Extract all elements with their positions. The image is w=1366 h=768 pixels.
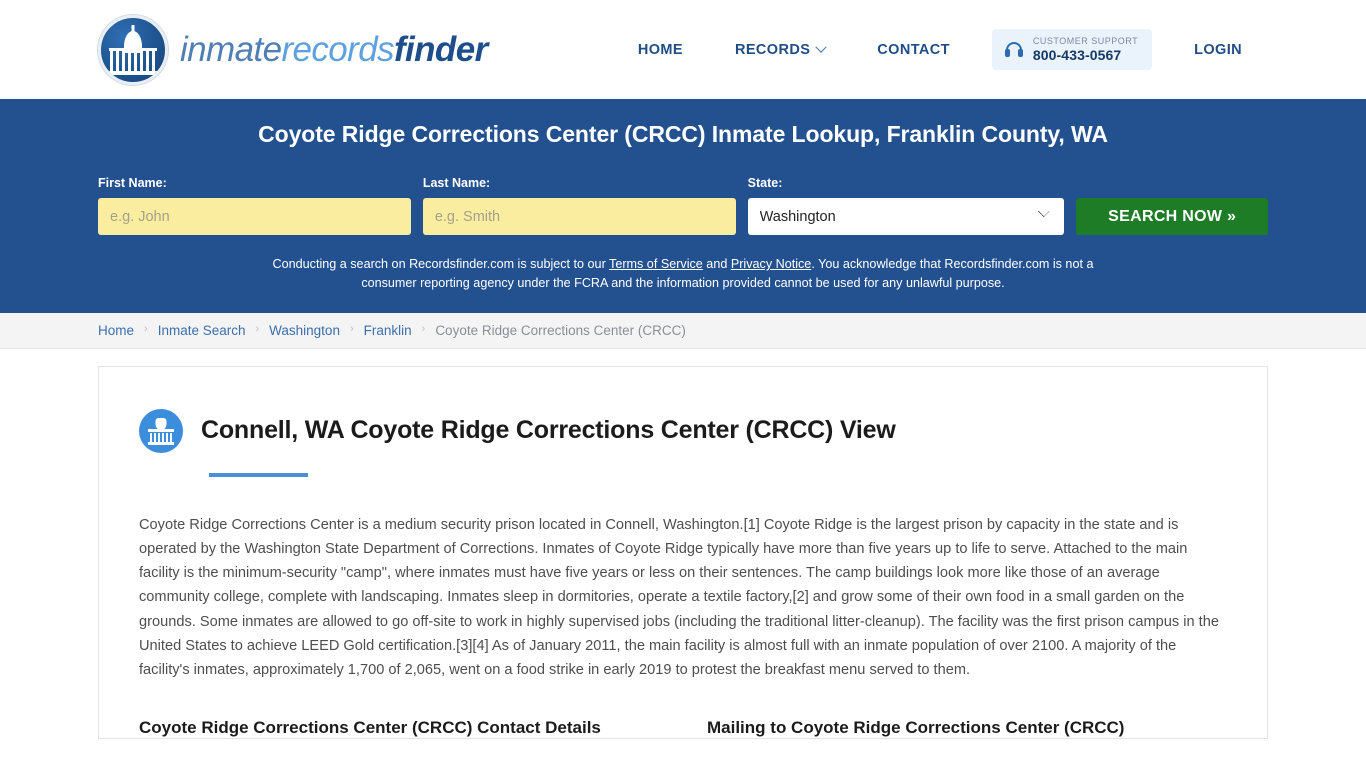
disclaimer-part1: Conducting a search on Recordsfinder.com… bbox=[272, 257, 610, 271]
title-underline bbox=[209, 472, 308, 477]
breadcrumb-item-inmate-search[interactable]: Inmate Search bbox=[158, 323, 246, 338]
nav-item-contact-label: CONTACT bbox=[877, 41, 950, 58]
first-name-input[interactable] bbox=[98, 198, 411, 235]
first-name-field-group: First Name: bbox=[98, 176, 411, 235]
page-title-row: Connell, WA Coyote Ridge Corrections Cen… bbox=[139, 408, 1227, 453]
site-logo[interactable]: inmaterecordsfinder bbox=[98, 14, 488, 85]
page-title: Connell, WA Coyote Ridge Corrections Cen… bbox=[201, 416, 896, 445]
nav-item-contact[interactable]: CONTACT bbox=[851, 42, 976, 58]
terms-of-service-link[interactable]: Terms of Service bbox=[609, 257, 703, 271]
last-name-field-group: Last Name: bbox=[422, 176, 736, 235]
nav-item-login[interactable]: LOGIN bbox=[1168, 42, 1268, 58]
breadcrumb-item-franklin[interactable]: Franklin bbox=[364, 323, 412, 338]
mailing-heading: Mailing to Coyote Ridge Corrections Cent… bbox=[707, 718, 1125, 738]
breadcrumb-item-home[interactable]: Home bbox=[98, 323, 134, 338]
headset-icon bbox=[1004, 40, 1024, 60]
search-now-button[interactable]: SEARCH NOW » bbox=[1076, 198, 1268, 235]
state-field-group: State: Washington bbox=[747, 176, 1065, 235]
main-navigation: HOME RECORDS CONTACT CUSTOMER SUPPORT 80… bbox=[612, 29, 1268, 70]
last-name-input[interactable] bbox=[422, 198, 736, 235]
nav-item-home[interactable]: HOME bbox=[612, 42, 709, 58]
nav-item-records-label: RECORDS bbox=[734, 41, 811, 58]
contact-details-section: Coyote Ridge Corrections Center (CRCC) C… bbox=[139, 718, 683, 738]
chevron-down-icon bbox=[815, 41, 827, 53]
logo-wordmark: inmaterecordsfinder bbox=[180, 32, 488, 67]
nav-item-home-label: HOME bbox=[637, 41, 683, 58]
logo-text-records: records bbox=[281, 30, 394, 69]
last-name-label: Last Name: bbox=[422, 176, 491, 190]
breadcrumb-separator-icon: › bbox=[421, 323, 426, 336]
hero-search-banner: Coyote Ridge Corrections Center (CRCC) I… bbox=[0, 99, 1366, 313]
breadcrumb-separator-icon: › bbox=[144, 323, 148, 336]
site-header: inmaterecordsfinder HOME RECORDS CONTACT… bbox=[0, 0, 1366, 99]
first-name-label: First Name: bbox=[98, 176, 167, 190]
page-content-wrapper: Connell, WA Coyote Ridge Corrections Cen… bbox=[0, 348, 1366, 740]
breadcrumb: Home › Inmate Search › Washington › Fran… bbox=[0, 312, 1366, 349]
facility-description: Coyote Ridge Corrections Center is a med… bbox=[139, 516, 1219, 679]
search-disclaimer: Conducting a search on Recordsfinder.com… bbox=[256, 255, 1111, 293]
courthouse-icon bbox=[139, 408, 183, 453]
nav-item-records[interactable]: RECORDS bbox=[709, 41, 851, 58]
detail-sections: Coyote Ridge Corrections Center (CRCC) C… bbox=[139, 718, 1227, 738]
customer-support-label: CUSTOMER SUPPORT bbox=[1032, 36, 1139, 47]
state-select[interactable]: Washington bbox=[747, 198, 1065, 235]
inmate-search-form: First Name: Last Name: State: Washington… bbox=[98, 176, 1268, 235]
contact-details-heading: Coyote Ridge Corrections Center (CRCC) C… bbox=[139, 718, 601, 738]
breadcrumb-item-current: Coyote Ridge Corrections Center (CRCC) bbox=[435, 322, 686, 338]
breadcrumb-item-washington[interactable]: Washington bbox=[269, 323, 340, 338]
disclaimer-part2: and bbox=[702, 257, 731, 271]
capitol-dome-icon bbox=[98, 14, 168, 85]
state-label: State: bbox=[747, 176, 783, 190]
breadcrumb-separator-icon: › bbox=[255, 323, 260, 336]
breadcrumb-separator-icon: › bbox=[349, 323, 354, 336]
mailing-section: Mailing to Coyote Ridge Corrections Cent… bbox=[683, 718, 1227, 738]
privacy-notice-link[interactable]: Privacy Notice bbox=[731, 257, 811, 271]
facility-content-card: Connell, WA Coyote Ridge Corrections Cen… bbox=[98, 365, 1268, 740]
nav-item-login-label: LOGIN bbox=[1194, 41, 1242, 58]
customer-support-phone: 800-433-0567 bbox=[1032, 46, 1122, 63]
customer-support-button[interactable]: CUSTOMER SUPPORT 800-433-0567 bbox=[991, 29, 1153, 70]
hero-title: Coyote Ridge Corrections Center (CRCC) I… bbox=[258, 121, 1108, 147]
logo-text-finder: finder bbox=[393, 30, 488, 69]
logo-text-inmate: inmate bbox=[180, 30, 282, 69]
